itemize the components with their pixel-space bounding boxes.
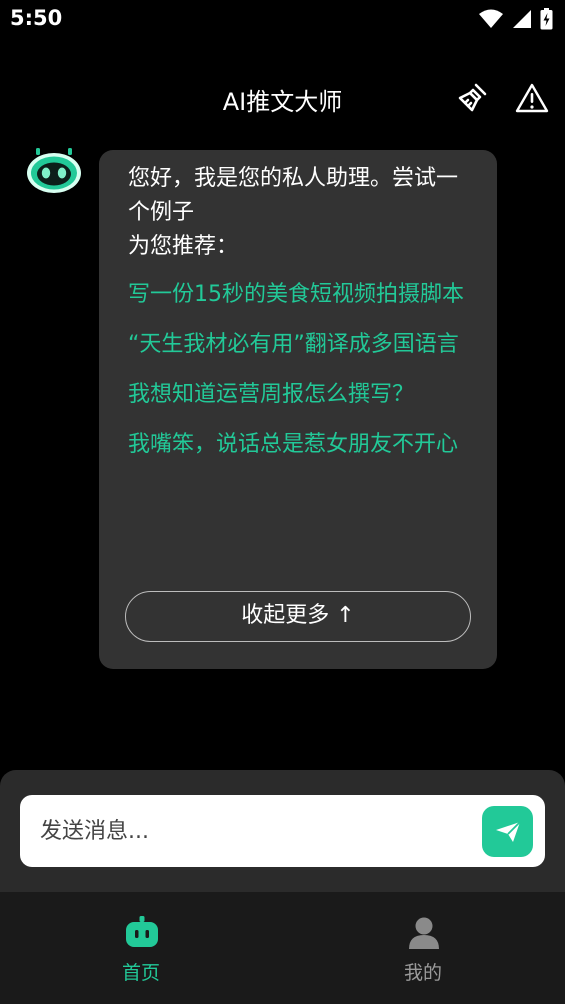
collapse-more-button[interactable]: 收起更多 ↑ <box>125 591 471 642</box>
suggestion-item[interactable]: “天生我材必有用”翻译成多国语言 <box>128 328 478 362</box>
app-header: AI推文大师 <box>0 70 565 122</box>
user-icon <box>409 917 439 949</box>
tab-home-label: 首页 <box>121 962 160 984</box>
status-bar: 5:50 <box>0 0 565 40</box>
message-composer <box>0 770 565 895</box>
bot-message-bubble: 您好，我是您的私人助理。尝试一个例子 为您推荐： 写一份15秒的美食短视频拍摄脚… <box>99 150 497 669</box>
greeting-line-1: 您好，我是您的私人助理。尝试一个例子 <box>128 166 459 225</box>
battery-icon <box>540 8 553 30</box>
robot-icon <box>27 148 81 193</box>
greeting-line-2: 为您推荐： <box>128 234 239 259</box>
send-button[interactable] <box>482 806 533 857</box>
greeting-text: 您好，我是您的私人助理。尝试一个例子 为您推荐： <box>128 162 478 264</box>
suggestion-item[interactable]: 我嘴笨，说话总是惹女朋友不开心 <box>128 428 478 462</box>
tab-home[interactable]: 首页 <box>0 892 282 1004</box>
robot-home-icon <box>126 916 158 947</box>
report-button[interactable] <box>512 80 552 116</box>
message-input[interactable] <box>40 795 470 867</box>
tab-mine[interactable]: 我的 <box>282 892 564 1004</box>
clear-chat-button[interactable] <box>452 80 492 116</box>
message-input-container <box>20 795 545 867</box>
warning-icon <box>515 83 549 113</box>
tab-mine-label: 我的 <box>403 962 442 984</box>
send-icon <box>495 820 521 842</box>
broom-icon <box>458 83 487 112</box>
bottom-tab-bar: 首页 我的 <box>0 892 565 1004</box>
status-time: 5:50 <box>10 6 63 30</box>
wifi-icon <box>479 9 503 28</box>
signal-icon <box>513 10 531 28</box>
suggestion-item[interactable]: 写一份15秒的美食短视频拍摄脚本 <box>128 278 478 312</box>
suggestion-item[interactable]: 我想知道运营周报怎么撰写？ <box>128 378 478 412</box>
status-icons <box>478 8 553 30</box>
bot-avatar <box>26 148 82 194</box>
